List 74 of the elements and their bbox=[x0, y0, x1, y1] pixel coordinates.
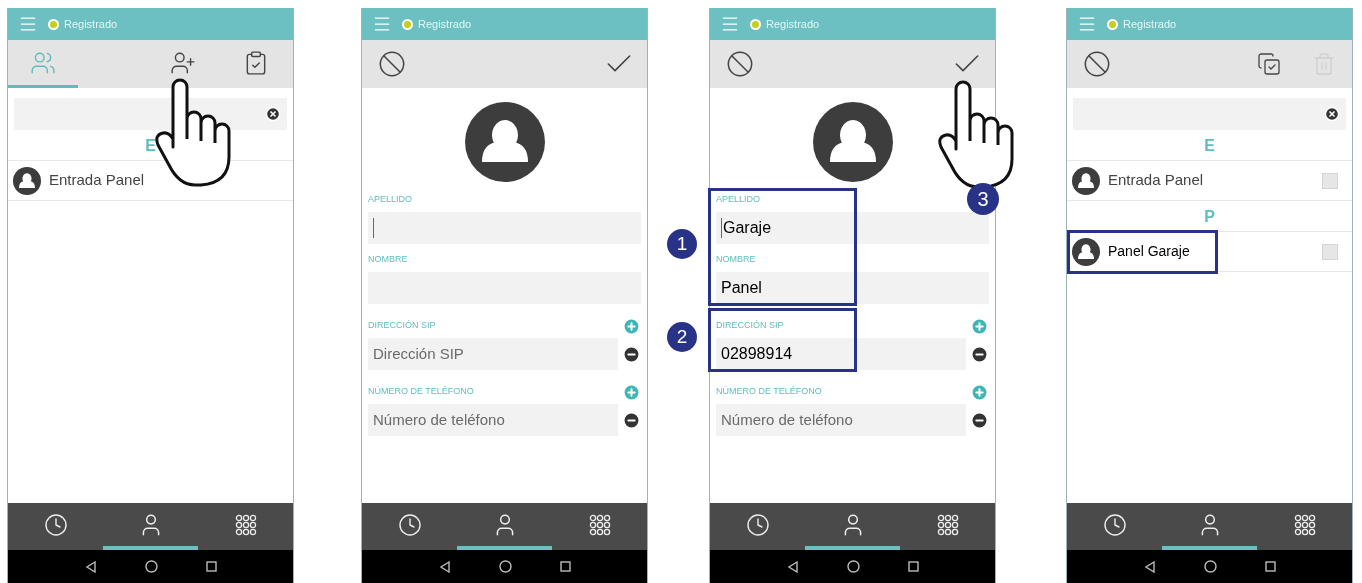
status-label: Registrado bbox=[766, 16, 820, 32]
remove-icon[interactable] bbox=[622, 344, 641, 364]
checkbox[interactable] bbox=[1322, 172, 1338, 189]
field-label: DIRECCIÓN SIP bbox=[716, 319, 784, 333]
avatar-icon bbox=[1072, 237, 1100, 266]
section-letter: E bbox=[1204, 136, 1215, 156]
keypad-icon bbox=[588, 513, 611, 536]
status-label: Registrado bbox=[1123, 16, 1177, 32]
clock-icon bbox=[1102, 512, 1127, 537]
field-placeholder: Dirección SIP bbox=[373, 343, 464, 364]
input-field[interactable]: Número de teléfono bbox=[716, 404, 966, 436]
section-letter: P bbox=[1204, 207, 1215, 227]
input-field[interactable]: Panel bbox=[716, 272, 989, 304]
recents-icon[interactable] bbox=[1264, 561, 1276, 572]
home-icon[interactable] bbox=[846, 560, 860, 573]
section-letter: E bbox=[145, 136, 156, 156]
remove-icon[interactable] bbox=[970, 344, 989, 364]
step-badge: 1 bbox=[667, 229, 697, 259]
field-label: NÚMERO DE TELÉFONO bbox=[716, 385, 822, 399]
back-icon[interactable] bbox=[84, 560, 97, 573]
keypad-icon bbox=[936, 513, 959, 536]
clock-icon bbox=[43, 512, 68, 537]
clock-icon bbox=[397, 512, 422, 537]
field-value: Garaje bbox=[723, 218, 772, 238]
input-field[interactable]: Número de teléfono bbox=[368, 404, 618, 436]
avatar-icon bbox=[1072, 166, 1100, 195]
remove-icon[interactable] bbox=[622, 410, 641, 430]
field-label: DIRECCIÓN SIP bbox=[368, 319, 436, 333]
contact-name: Entrada Panel bbox=[1108, 170, 1204, 191]
avatar-icon bbox=[13, 166, 41, 195]
home-icon[interactable] bbox=[498, 560, 512, 573]
field-label: NOMBRE bbox=[716, 253, 756, 267]
cancel-icon bbox=[1083, 50, 1111, 78]
contact-name: Entrada Panel bbox=[49, 170, 145, 191]
clock-icon bbox=[745, 512, 770, 537]
input-field[interactable]: 02898914 bbox=[716, 338, 966, 370]
field-label: NOMBRE bbox=[368, 253, 408, 267]
checkbox[interactable] bbox=[1322, 243, 1338, 260]
input-field[interactable]: Garaje bbox=[716, 212, 989, 244]
select-all-icon bbox=[1257, 52, 1281, 76]
recents-icon[interactable] bbox=[205, 561, 217, 572]
contact-row[interactable]: Entrada Panel bbox=[1067, 161, 1352, 201]
recents-icon[interactable] bbox=[907, 561, 919, 572]
step-badge: 2 bbox=[667, 322, 697, 352]
keypad-icon bbox=[234, 513, 257, 536]
status-label: Registrado bbox=[418, 16, 472, 32]
avatar-icon bbox=[812, 102, 893, 182]
home-icon[interactable] bbox=[1203, 560, 1217, 573]
contact-name: Panel Garaje bbox=[1108, 242, 1190, 261]
clear-icon[interactable] bbox=[1324, 106, 1340, 122]
recents-icon[interactable] bbox=[559, 561, 571, 572]
field-label: APELLIDO bbox=[716, 193, 761, 207]
remove-icon[interactable] bbox=[970, 410, 989, 430]
field-placeholder: Número de teléfono bbox=[373, 409, 505, 430]
input-field[interactable] bbox=[368, 212, 641, 244]
field-value: 02898914 bbox=[721, 344, 793, 364]
field-placeholder: Número de teléfono bbox=[721, 409, 853, 430]
field-value: Panel bbox=[721, 278, 762, 298]
input-field[interactable]: Dirección SIP bbox=[368, 338, 618, 370]
keypad-icon bbox=[1293, 513, 1316, 536]
contact-row[interactable]: Panel Garaje bbox=[1067, 232, 1352, 272]
field-label: NÚMERO DE TELÉFONO bbox=[368, 385, 474, 399]
back-icon[interactable] bbox=[1143, 560, 1156, 573]
contact-row[interactable]: Entrada Panel bbox=[8, 161, 293, 201]
search-field[interactable] bbox=[1073, 98, 1346, 130]
field-label: APELLIDO bbox=[368, 193, 413, 207]
back-icon[interactable] bbox=[786, 560, 799, 573]
clear-icon[interactable] bbox=[265, 106, 281, 122]
avatar-icon bbox=[464, 102, 545, 182]
home-icon[interactable] bbox=[144, 560, 158, 573]
cancel-icon bbox=[726, 50, 754, 78]
cancel-icon bbox=[378, 50, 406, 78]
back-icon[interactable] bbox=[438, 560, 451, 573]
status-label: Registrado bbox=[64, 16, 118, 32]
